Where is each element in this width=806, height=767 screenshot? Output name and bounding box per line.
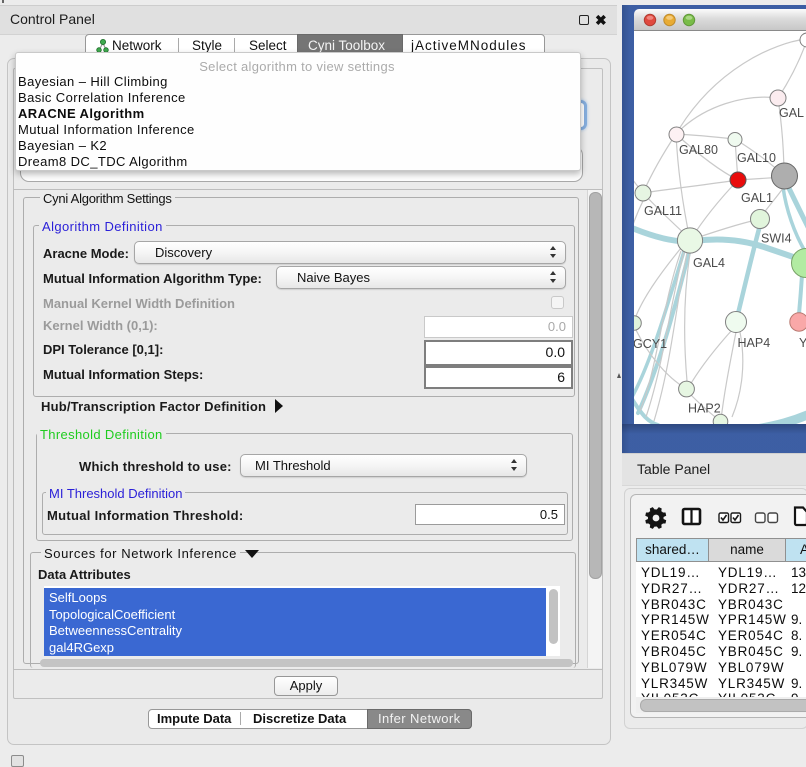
svg-text:GAL11: GAL11: [644, 204, 682, 218]
svg-text:GCY1: GCY1: [634, 337, 667, 351]
svg-text:GAL1: GAL1: [741, 191, 773, 205]
svg-text:GAL4: GAL4: [693, 256, 725, 270]
svg-text:HAP2: HAP2: [688, 402, 721, 416]
svg-text:SWI4: SWI4: [761, 232, 792, 246]
svg-text:GAL10: GAL10: [737, 151, 776, 165]
svg-text:Y: Y: [799, 336, 806, 350]
svg-text:GAL80: GAL80: [679, 143, 718, 157]
svg-text:GAL: GAL: [779, 106, 804, 120]
svg-text:HAP4: HAP4: [738, 336, 771, 350]
